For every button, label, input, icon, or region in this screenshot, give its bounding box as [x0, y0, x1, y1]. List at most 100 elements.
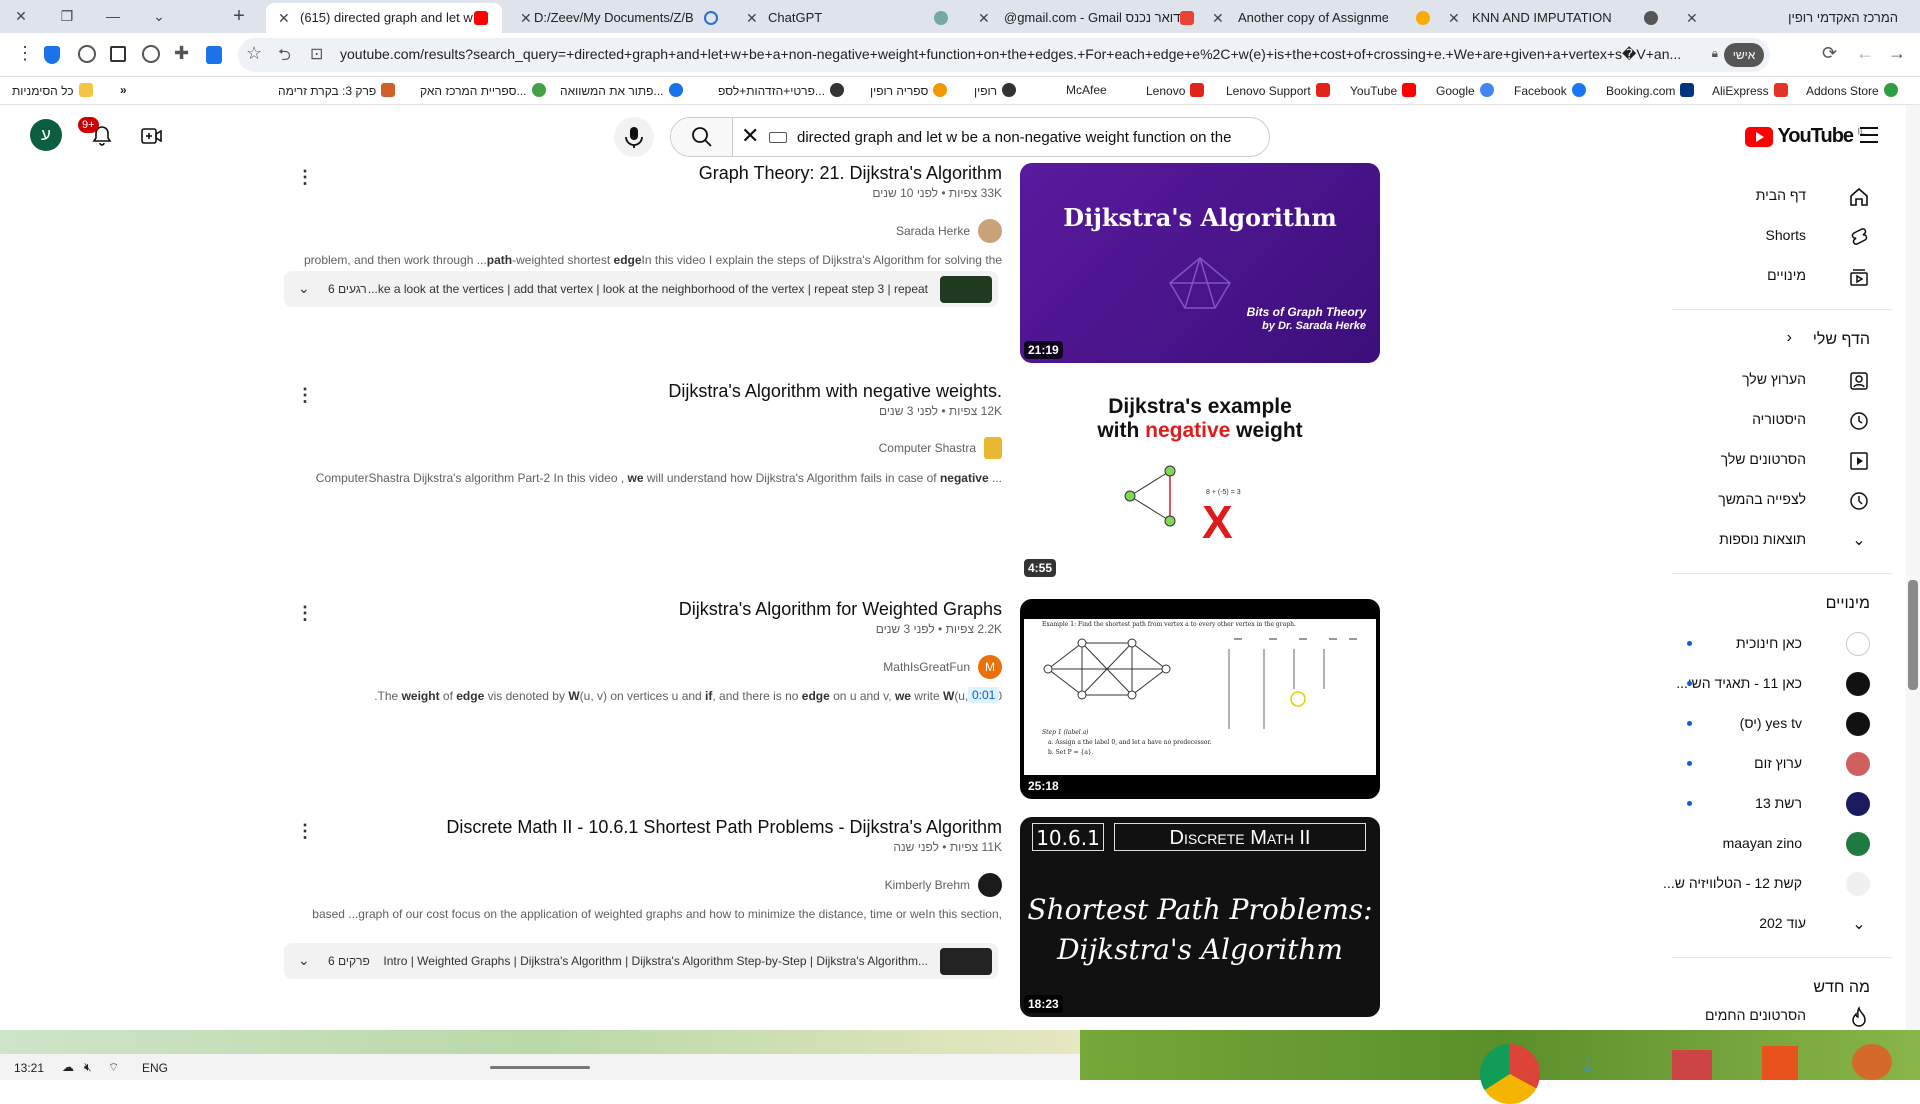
tab-colab[interactable]: ✕ Another copy of Assignment_4	[1208, 3, 1436, 33]
scrollbar-thumb[interactable]	[1908, 580, 1918, 690]
bookmark-11[interactable]: Google	[1436, 83, 1494, 98]
sidebar-subscription[interactable]: yes tv (יס)	[1672, 704, 1892, 744]
sidebar-subscription[interactable]: קשת 12 - הטלוויזיה ש...	[1663, 864, 1892, 904]
tab-ruppin[interactable]: ✕ המרכז האקדמי רופין	[1682, 3, 1908, 33]
close-window-icon[interactable]: ✕	[10, 6, 32, 26]
app-icon[interactable]	[1852, 1044, 1892, 1080]
video-result[interactable]: 10.6.1 Discrete Math II Shortest Path Pr…	[282, 817, 1382, 1022]
tab-gmail[interactable]: ✕ @gmail.com - Gmail דואר נכנס	[970, 3, 1202, 33]
chevron-down-icon[interactable]: ⌄	[298, 952, 310, 969]
sidebar-item-watch-later[interactable]: לצפייה בהמשך	[1672, 480, 1892, 520]
sidebar-item-your-videos[interactable]: הסרטונים שלך	[1672, 440, 1892, 480]
more-actions-icon[interactable]: ⋮	[296, 385, 314, 406]
bookmark-star-icon[interactable]: ☆	[246, 43, 262, 64]
hamburger-menu-icon[interactable]	[1860, 127, 1878, 143]
sidebar-item-history[interactable]: היסטוריה	[1672, 400, 1892, 440]
channel-avatar[interactable]	[984, 437, 1002, 459]
url-text[interactable]: youtube.com/results?search_query=+direct…	[340, 46, 1710, 63]
channel-name[interactable]: MathIsGreatFun	[883, 660, 970, 674]
office-icon[interactable]	[1762, 1046, 1798, 1080]
language-indicator[interactable]: ENG	[142, 1061, 168, 1075]
video-title[interactable]: Graph Theory: 21. Dijkstra's Algorithm	[699, 163, 1002, 184]
keyboard-icon[interactable]	[769, 132, 787, 143]
sidebar-subscription[interactable]: רשת 13	[1672, 784, 1892, 824]
bookmark-3[interactable]: פתור את המשוואה...	[560, 83, 683, 98]
avatar[interactable]: ע	[30, 119, 62, 151]
timestamp-chip[interactable]: 0:01	[968, 687, 1000, 703]
video-thumbnail[interactable]: Dijkstra's Algorithm Bits of Graph Theor…	[1020, 163, 1380, 363]
bookmark-7[interactable]: McAfee	[1066, 83, 1107, 97]
video-title[interactable]: Dijkstra's Algorithm with negative weigh…	[668, 381, 1002, 402]
app-icon[interactable]	[1672, 1050, 1712, 1080]
chapters[interactable]: ⌄ 6 פרקים Intro | Weighted Graphs | Dijk…	[284, 943, 998, 979]
channel-avatar[interactable]	[978, 873, 1002, 897]
bookmark-8[interactable]: Lenovo	[1146, 83, 1205, 98]
close-icon[interactable]: ✕	[1686, 3, 1698, 33]
search-button[interactable]	[671, 118, 733, 156]
minimize-window-icon[interactable]: —	[102, 6, 124, 26]
search-box[interactable]: ✕ directed graph and let w be a non-nega…	[670, 117, 1270, 157]
channel-avatar[interactable]	[978, 219, 1002, 243]
new-tab-button[interactable]: +	[228, 6, 250, 26]
bookmark-12[interactable]: Facebook	[1514, 83, 1586, 98]
chrome-icon[interactable]	[1480, 1044, 1540, 1104]
bookmark-5[interactable]: ספריה רופין	[870, 83, 948, 98]
channel[interactable]: Computer Shastra	[879, 437, 1002, 461]
channel-name[interactable]: Computer Shastra	[879, 441, 976, 455]
close-icon[interactable]: ✕	[978, 3, 990, 33]
page-scrollbar[interactable]	[1906, 105, 1920, 1030]
video-thumbnail[interactable]: Example 1: Find the shortest path from v…	[1020, 599, 1380, 799]
video-thumbnail[interactable]: 10.6.1 Discrete Math II Shortest Path Pr…	[1020, 817, 1380, 1017]
bookmark-6[interactable]: רופין	[974, 83, 1017, 98]
search-input[interactable]: directed graph and let w be a non-negati…	[797, 129, 1257, 146]
create-button[interactable]	[141, 127, 163, 150]
close-icon[interactable]: ✕	[278, 3, 290, 33]
channel[interactable]: Kimberly Brehm	[885, 873, 1002, 897]
sidebar-you-header[interactable]: הדף שלי ‹	[1672, 320, 1892, 360]
sidebar-item-shorts[interactable]: Shorts	[1672, 216, 1892, 256]
tab-file[interactable]: ✕ D:/Zeev/My Documents/Z/BOO	[508, 3, 732, 33]
clock[interactable]: 13:21	[14, 1061, 44, 1075]
tab-chatgpt[interactable]: ✕ ChatGPT	[740, 3, 962, 33]
bookmark-13[interactable]: Booking.com	[1606, 83, 1695, 98]
clear-search-icon[interactable]: ✕	[741, 123, 759, 149]
close-icon[interactable]: ✕	[1212, 3, 1224, 33]
close-icon[interactable]: ✕	[746, 3, 758, 33]
channel[interactable]: Sarada Herke	[896, 219, 1002, 243]
bookmark-15[interactable]: Addons Store	[1806, 83, 1898, 98]
bookmark-9[interactable]: Lenovo Support	[1226, 83, 1330, 98]
sidebar-item-subscriptions[interactable]: מינויים	[1672, 256, 1892, 296]
download-icon[interactable]: ↓	[1580, 1046, 1595, 1080]
profile-icon[interactable]	[78, 45, 96, 63]
tab-search-icon[interactable]: ⌄	[148, 6, 170, 26]
tab-youtube[interactable]: ✕ (615) directed graph and let w	[266, 3, 502, 33]
close-icon[interactable]: ✕	[520, 3, 532, 33]
channel-avatar[interactable]: M	[978, 655, 1002, 679]
profile-badge[interactable]: אישי	[1724, 43, 1764, 67]
video-title[interactable]: Dijkstra's Algorithm for Weighted Graphs	[679, 599, 1002, 620]
bookmark-1[interactable]: פרק 3: בקרת זרימה	[278, 83, 396, 98]
voice-search-button[interactable]	[614, 117, 654, 157]
shield-icon[interactable]	[44, 46, 60, 64]
sidebar-show-more-subs[interactable]: ⌄ עוד 202	[1672, 904, 1892, 944]
youtube-logo[interactable]: YouTube IL	[1745, 125, 1865, 148]
notifications-button[interactable]: 9+	[78, 117, 112, 147]
close-icon[interactable]: ✕	[1448, 3, 1460, 33]
menu-dots-icon[interactable]: ⋮	[16, 43, 34, 64]
more-actions-icon[interactable]: ⋮	[296, 821, 314, 842]
bookmark-14[interactable]: AliExpress	[1712, 83, 1788, 98]
reload-icon[interactable]: ⟳	[1822, 43, 1837, 64]
sidebar-item-channel[interactable]: הערוץ שלך	[1672, 360, 1892, 400]
more-actions-icon[interactable]: ⋮	[296, 603, 314, 624]
video-title[interactable]: Discrete Math II - 10.6.1 Shortest Path …	[446, 817, 1002, 838]
wifi-icon[interactable]: ⌔	[108, 1060, 119, 1075]
tab-knn[interactable]: ✕ KNN AND IMPUTATION	[1444, 3, 1664, 33]
bookmark-10[interactable]: YouTube	[1350, 83, 1417, 98]
video-thumbnail[interactable]: Dijkstra's example with negative weight …	[1020, 381, 1380, 581]
sync-icon[interactable]	[142, 45, 160, 63]
more-actions-icon[interactable]: ⋮	[296, 167, 314, 188]
vpn-icon[interactable]	[206, 46, 222, 64]
sidebar-subscription[interactable]: כאן 11 - תאגיד השי...	[1672, 664, 1892, 704]
network-icon[interactable]: ☁	[62, 1060, 74, 1074]
extensions-icon[interactable]: ✚	[174, 43, 189, 64]
